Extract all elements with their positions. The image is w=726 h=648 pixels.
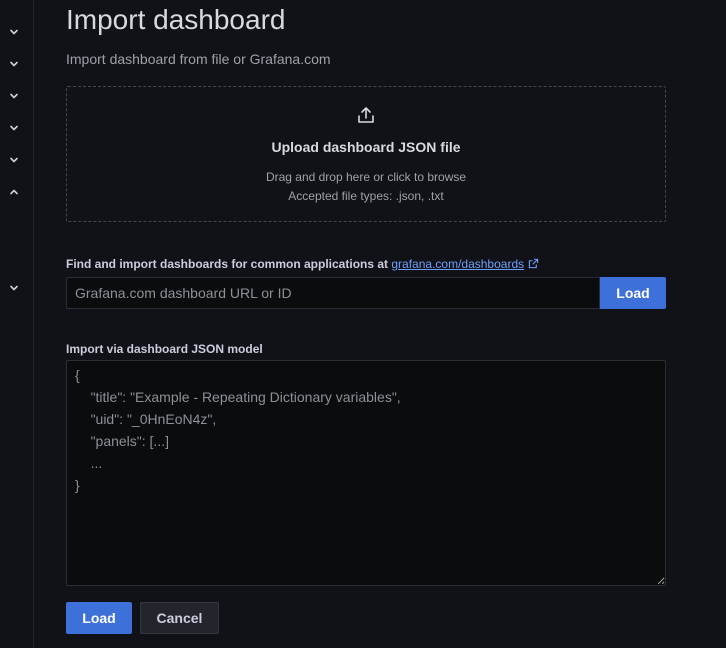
upload-hint: Drag and drop here or click to browse: [265, 170, 467, 184]
page-subtitle: Import dashboard from file or Grafana.co…: [66, 51, 331, 67]
chevron-down-icon[interactable]: [6, 280, 22, 296]
upload-dropzone[interactable]: Upload dashboard JSON file Drag and drop…: [66, 86, 666, 222]
json-model-textarea[interactable]: [66, 360, 666, 586]
chevron-down-icon[interactable]: [6, 88, 22, 104]
grafana-com-link-text[interactable]: grafana.com/dashboards: [391, 257, 524, 271]
load-url-button[interactable]: Load: [600, 277, 666, 309]
upload-icon: [358, 107, 374, 123]
external-link-icon: [528, 258, 539, 269]
chevron-down-icon[interactable]: [6, 120, 22, 136]
sidebar: [0, 0, 34, 648]
grafana-com-dashboards-link[interactable]: grafana.com/dashboards: [391, 257, 539, 271]
grafana-com-url-input[interactable]: [66, 277, 600, 309]
accepted-file-types: Accepted file types: .json, .txt: [288, 189, 444, 203]
chevron-down-icon[interactable]: [6, 56, 22, 72]
upload-title: Upload dashboard JSON file: [271, 139, 461, 155]
grafana-com-label-text: Find and import dashboards for common ap…: [66, 257, 389, 271]
chevron-up-icon[interactable]: [6, 184, 22, 200]
chevron-down-icon[interactable]: [6, 152, 22, 168]
chevron-down-icon[interactable]: [6, 24, 22, 40]
page-title: Import dashboard: [66, 4, 286, 35]
json-model-label: Import via dashboard JSON model: [66, 342, 263, 356]
load-button[interactable]: Load: [66, 602, 132, 634]
grafana-com-label: Find and import dashboards for common ap…: [66, 257, 539, 271]
cancel-button[interactable]: Cancel: [140, 602, 219, 634]
